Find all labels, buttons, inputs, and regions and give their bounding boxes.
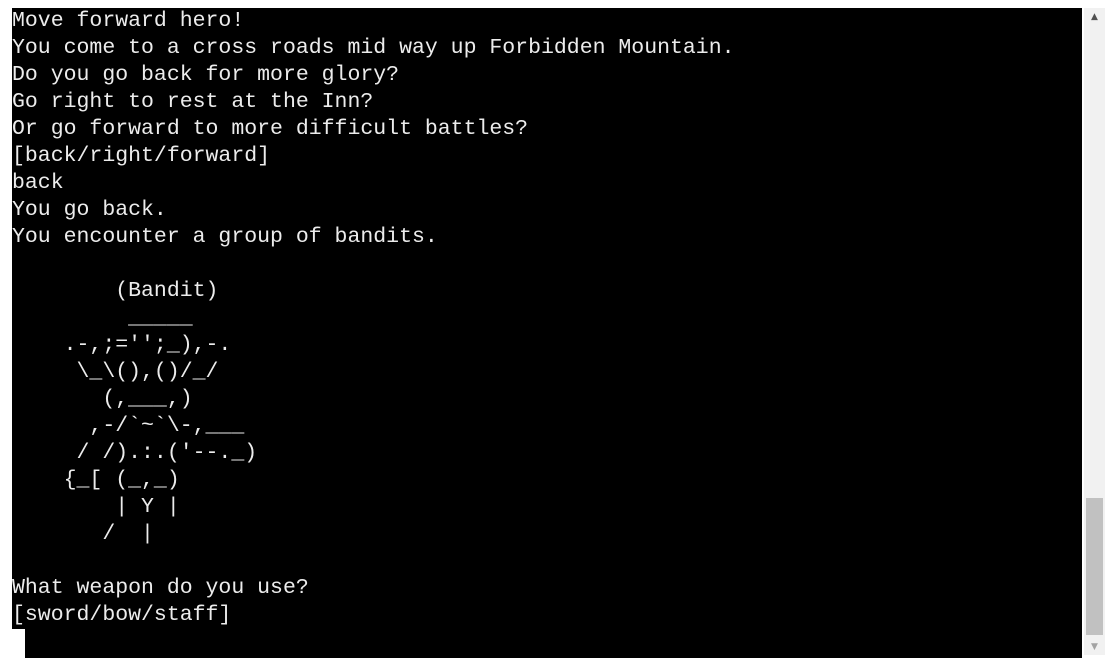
app-frame: Move forward hero! You come to a cross r… — [0, 0, 1113, 658]
ascii-art-line: (Bandit) — [12, 279, 219, 303]
terminal-line: You come to a cross roads mid way up For… — [12, 36, 735, 60]
terminal-prompt-line: [sword/bow/staff] — [12, 603, 232, 627]
triangle-down-icon[interactable]: ▼ — [1084, 638, 1105, 655]
scrollbar-thumb[interactable] — [1086, 498, 1103, 635]
terminal-line: Go right to rest at the Inn? — [12, 90, 374, 114]
terminal-bottom-strip — [25, 629, 1082, 658]
triangle-up-icon[interactable]: ▲ — [1084, 8, 1105, 25]
ascii-art-line: / /).:.('--._) — [12, 441, 258, 465]
vertical-scrollbar[interactable]: ▲ ▼ — [1084, 8, 1105, 655]
terminal-line: What weapon do you use? — [12, 576, 309, 600]
ascii-art-line: (,___,) — [12, 387, 193, 411]
terminal-output[interactable]: Move forward hero! You come to a cross r… — [12, 8, 1082, 629]
ascii-art-line: / | — [12, 522, 154, 546]
ascii-art-line: | Y | — [12, 495, 180, 519]
terminal-line: You encounter a group of bandits. — [12, 225, 438, 249]
terminal-line: Or go forward to more difficult battles? — [12, 117, 529, 141]
terminal-line: You go back. — [12, 198, 167, 222]
ascii-art-line: _____ — [12, 306, 193, 330]
terminal-line: Do you go back for more glory? — [12, 63, 400, 87]
terminal-line: Move forward hero! — [12, 9, 245, 33]
ascii-art-line: ,-/`~`\-,___ — [12, 414, 245, 438]
terminal-line: [back/right/forward] — [12, 144, 271, 168]
ascii-art-line: .-,;='';_),-. — [12, 333, 232, 357]
ascii-art-line: {_[ (_,_) — [12, 468, 180, 492]
ascii-art-line: \_\(),()/_/ — [12, 360, 219, 384]
terminal-line: back — [12, 171, 64, 195]
terminal-lines: Move forward hero! You come to a cross r… — [12, 8, 735, 629]
